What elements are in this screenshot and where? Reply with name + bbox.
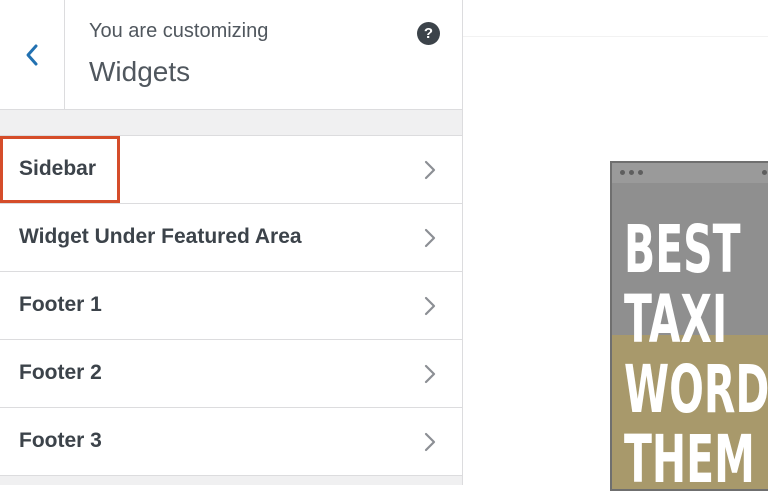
thumbnail-heading-line: BEST — [624, 211, 741, 288]
site-preview: BEST TAXI WORD THEM — [463, 0, 768, 491]
panel-header: You are customizing Widgets ? — [0, 0, 462, 110]
chevron-right-icon — [424, 296, 436, 316]
chevron-right-icon — [424, 160, 436, 180]
section-item-label: Footer 1 — [19, 293, 102, 316]
browser-dot-icon — [629, 170, 634, 175]
thumbnail-heading-line: TAXI — [624, 281, 728, 358]
preview-header — [463, 0, 768, 37]
section-item-label: Sidebar — [19, 157, 97, 180]
browser-dot-icon — [620, 170, 625, 175]
section-item-label: Widget Under Featured Area — [19, 225, 302, 248]
thumbnail-browser-bar — [612, 163, 768, 183]
section-item-label: Footer 2 — [19, 361, 102, 384]
question-mark-icon[interactable]: ? — [417, 22, 440, 45]
browser-dot-icon — [638, 170, 643, 175]
section-item-label: Footer 3 — [19, 429, 102, 452]
chevron-right-icon — [424, 432, 436, 452]
browser-dot-icon — [762, 170, 767, 175]
theme-thumbnail: BEST TAXI WORD THEM — [610, 161, 768, 491]
chevron-right-icon — [424, 228, 436, 248]
panel-title: Widgets — [89, 56, 191, 87]
section-item-footer-2[interactable]: Footer 2 — [0, 340, 462, 408]
customizer-panel: You are customizing Widgets ? Sidebar Wi… — [0, 0, 463, 485]
back-button[interactable] — [0, 0, 65, 109]
thumbnail-heading-line: WORD — [624, 351, 768, 428]
section-item-widget-under-featured-area[interactable]: Widget Under Featured Area — [0, 204, 462, 272]
widget-area-list: Sidebar Widget Under Featured Area Foote… — [0, 135, 462, 476]
chevron-left-icon — [26, 44, 38, 65]
thumbnail-heading-line: THEM — [624, 421, 755, 491]
section-item-footer-3[interactable]: Footer 3 — [0, 408, 462, 476]
chevron-right-icon — [424, 364, 436, 384]
section-item-footer-1[interactable]: Footer 1 — [0, 272, 462, 340]
customizing-label: You are customizing — [89, 20, 269, 42]
section-item-sidebar[interactable]: Sidebar — [0, 136, 462, 204]
